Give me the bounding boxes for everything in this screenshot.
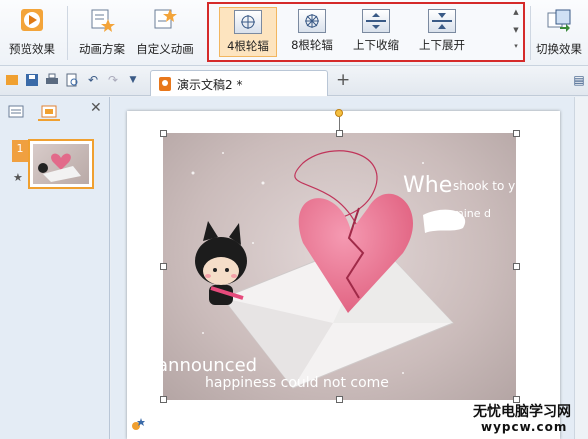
close-panel-icon[interactable]: ✕ <box>90 100 102 116</box>
custom-animation-button[interactable]: 自定义动画 <box>134 5 196 61</box>
gallery-scroll-up-icon[interactable]: ▲ <box>511 8 521 16</box>
split-vertical-out-icon <box>428 9 456 33</box>
vertical-scrollbar[interactable] <box>574 97 588 439</box>
transition-gallery: 4根轮辐 8根轮辐 上下收缩 上下展开 ▲ ▼ ▾ <box>207 2 525 62</box>
slide-text-shook: shook to y <box>453 179 516 193</box>
gallery-expand-icon[interactable]: ▾ <box>511 42 521 50</box>
animation-pane-icon[interactable] <box>130 416 146 432</box>
resize-handle[interactable] <box>336 130 343 137</box>
slide-transition-icon <box>546 7 572 33</box>
animation-scheme-label: 动画方案 <box>79 42 125 56</box>
wps-logo-icon[interactable] <box>5 73 19 87</box>
slide-text-announced: announced <box>163 355 258 376</box>
switch-effect-label: 切换效果 <box>536 42 582 56</box>
slide-text-happiness: happiness could not come <box>205 375 389 391</box>
wheel-8-spokes-icon <box>298 9 326 33</box>
gallery-item-4-spokes[interactable]: 4根轮辐 <box>219 7 277 57</box>
slides-tab-icon[interactable] <box>38 103 60 121</box>
outline-tab-icon[interactable] <box>6 103 28 121</box>
undo-icon[interactable]: ↶ <box>86 73 100 87</box>
split-vertical-in-icon <box>362 9 390 33</box>
slides-panel: ✕ 1 ★ <box>0 97 110 439</box>
slide-thumbnail-image <box>33 144 89 184</box>
ribbon-toolbar: 预览效果 动画方案 自定义动画 4根轮辐 8根轮辐 上下收缩 上下展开 ▲ ▼ … <box>0 0 588 66</box>
animation-scheme-button[interactable]: 动画方案 <box>74 5 130 61</box>
document-tab[interactable]: 演示文稿2 * <box>150 70 328 96</box>
preview-effect-label: 预览效果 <box>9 42 55 56</box>
document-tab-bar: ↶ ↷ ▼ 演示文稿2 * + ▤ <box>0 66 588 96</box>
gallery-item-split-in[interactable]: 上下收缩 <box>347 7 405 57</box>
gallery-item-label: 上下收缩 <box>353 38 399 52</box>
slide-text-whe: Whe <box>403 173 453 198</box>
resize-handle[interactable] <box>513 130 520 137</box>
custom-animation-label: 自定义动画 <box>136 42 194 56</box>
save-icon[interactable] <box>25 73 39 87</box>
gallery-item-split-out[interactable]: 上下展开 <box>413 7 471 57</box>
gallery-scroll-down-icon[interactable]: ▼ <box>511 26 521 34</box>
wheel-4-spokes-icon <box>234 10 262 34</box>
resize-handle[interactable] <box>160 263 167 270</box>
preview-effect-button[interactable]: 预览效果 <box>4 5 60 61</box>
slide-number: 1 <box>12 140 28 162</box>
print-preview-icon[interactable] <box>65 73 79 87</box>
redo-icon[interactable]: ↷ <box>106 73 120 87</box>
play-icon <box>19 7 45 33</box>
gallery-item-label: 上下展开 <box>419 38 465 52</box>
ribbon-divider <box>67 6 68 60</box>
animation-star-icon: ★ <box>13 171 23 184</box>
quick-access-dropdown-icon[interactable]: ▼ <box>126 73 140 87</box>
gallery-item-label: 4根轮辐 <box>227 39 269 53</box>
resize-handle[interactable] <box>336 396 343 403</box>
animation-scheme-icon <box>89 7 115 33</box>
slide-thumbnail[interactable] <box>28 139 94 189</box>
switch-effect-button[interactable]: 切换效果 <box>531 5 587 61</box>
slide-picture[interactable]: Whe shook to y mine d announced happines… <box>163 133 516 400</box>
print-icon[interactable] <box>45 73 59 87</box>
document-tab-title: 演示文稿2 * <box>177 78 243 92</box>
new-tab-plus-icon[interactable]: + <box>336 72 350 89</box>
presentation-file-icon <box>159 77 171 91</box>
resize-handle[interactable] <box>160 396 167 403</box>
resize-handle[interactable] <box>513 263 520 270</box>
rotation-handle[interactable] <box>335 109 343 117</box>
tab-menu-icon[interactable]: ▤ <box>572 73 586 87</box>
slide-text-mine: mine d <box>453 207 491 220</box>
resize-handle[interactable] <box>160 130 167 137</box>
gallery-item-8-spokes[interactable]: 8根轮辐 <box>283 7 341 57</box>
gallery-item-label: 8根轮辐 <box>291 38 333 52</box>
watermark-text-url: wypcw.com <box>481 420 568 434</box>
custom-animation-icon <box>152 7 178 33</box>
watermark-text-cn: 无忧电脑学习网 <box>473 404 571 420</box>
